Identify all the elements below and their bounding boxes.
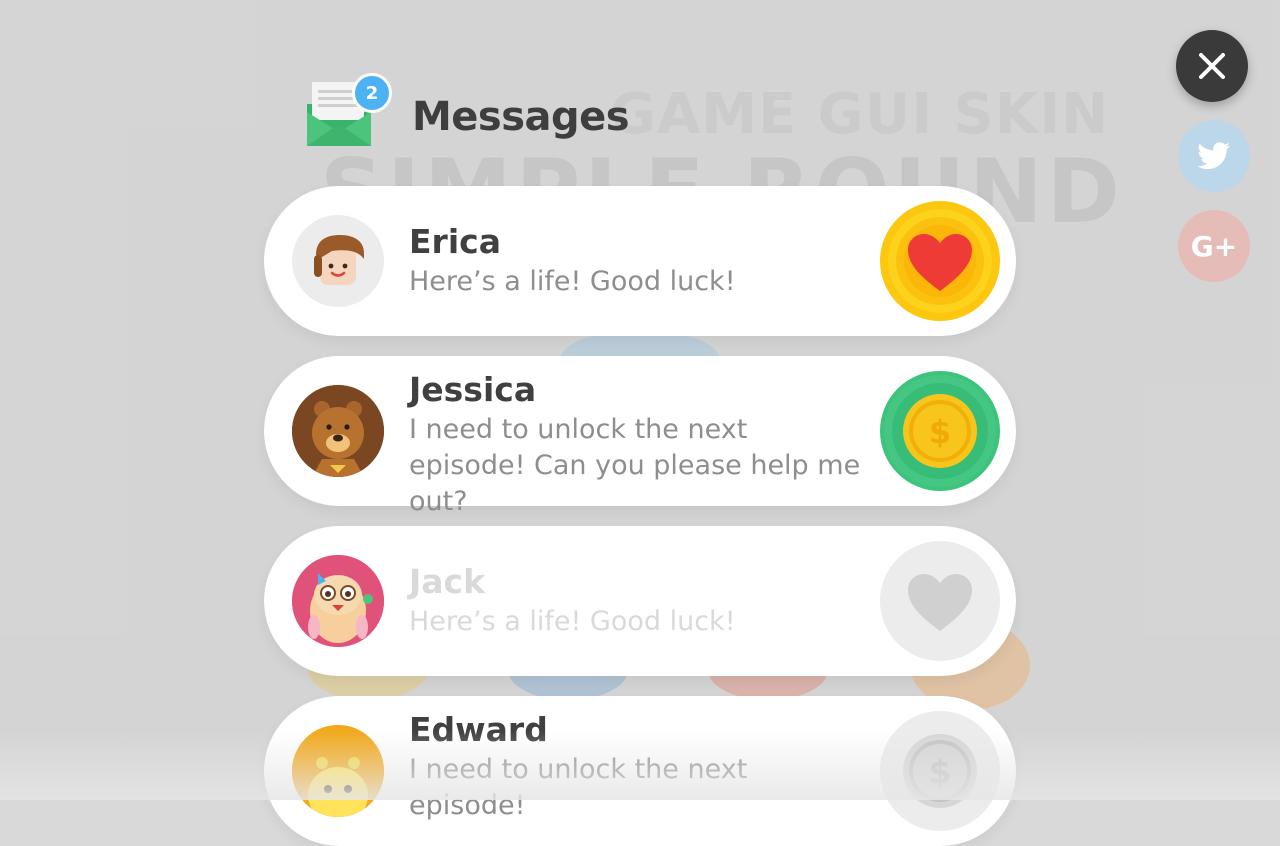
- accept-life-button[interactable]: [880, 201, 1000, 321]
- coin-symbol: $: [929, 753, 951, 791]
- message-card-edward[interactable]: Edward I need to unlock the next episode…: [264, 696, 1016, 846]
- message-card-erica[interactable]: Erica Here’s a life! Good luck!: [264, 186, 1016, 336]
- message-card-jack[interactable]: Jack Here’s a life! Good luck!: [264, 526, 1016, 676]
- message-text: I need to unlock the next episode! Can y…: [409, 414, 861, 517]
- page-title: Messages: [412, 94, 630, 140]
- avatar-edward: [292, 725, 384, 817]
- twitter-icon: [1197, 142, 1231, 170]
- heart-icon: [888, 209, 992, 313]
- avatar-jessica: [292, 385, 384, 477]
- coin-icon: $: [884, 375, 996, 487]
- message-text: Here’s a life! Good luck!: [409, 266, 736, 297]
- close-button[interactable]: [1176, 30, 1248, 102]
- google-plus-label: G+: [1190, 229, 1238, 263]
- coin-icon: $: [903, 734, 977, 808]
- avatar-jack: [292, 555, 384, 647]
- close-icon: [1199, 53, 1225, 79]
- unread-badge: 2: [352, 73, 392, 113]
- send-coin-button[interactable]: $: [880, 371, 1000, 491]
- message-card-jessica[interactable]: Jessica I need to unlock the next episod…: [264, 356, 1016, 517]
- message-text: I need to unlock the next episode!: [409, 754, 748, 821]
- sender-name: Jack: [409, 562, 486, 601]
- google-plus-button[interactable]: G+: [1178, 210, 1250, 282]
- sender-name: Erica: [409, 222, 501, 261]
- messages-header: 2 Messages: [306, 72, 726, 152]
- message-text: Here’s a life! Good luck!: [409, 606, 736, 637]
- twitter-button[interactable]: [1178, 120, 1250, 192]
- send-coin-button-disabled[interactable]: $: [880, 711, 1000, 831]
- sender-name: Edward: [409, 710, 548, 749]
- avatar-erica: [292, 215, 384, 307]
- sender-name: Jessica: [409, 370, 537, 409]
- coin-symbol: $: [929, 413, 951, 451]
- accept-life-button-disabled[interactable]: [880, 541, 1000, 661]
- heart-icon: [908, 574, 972, 631]
